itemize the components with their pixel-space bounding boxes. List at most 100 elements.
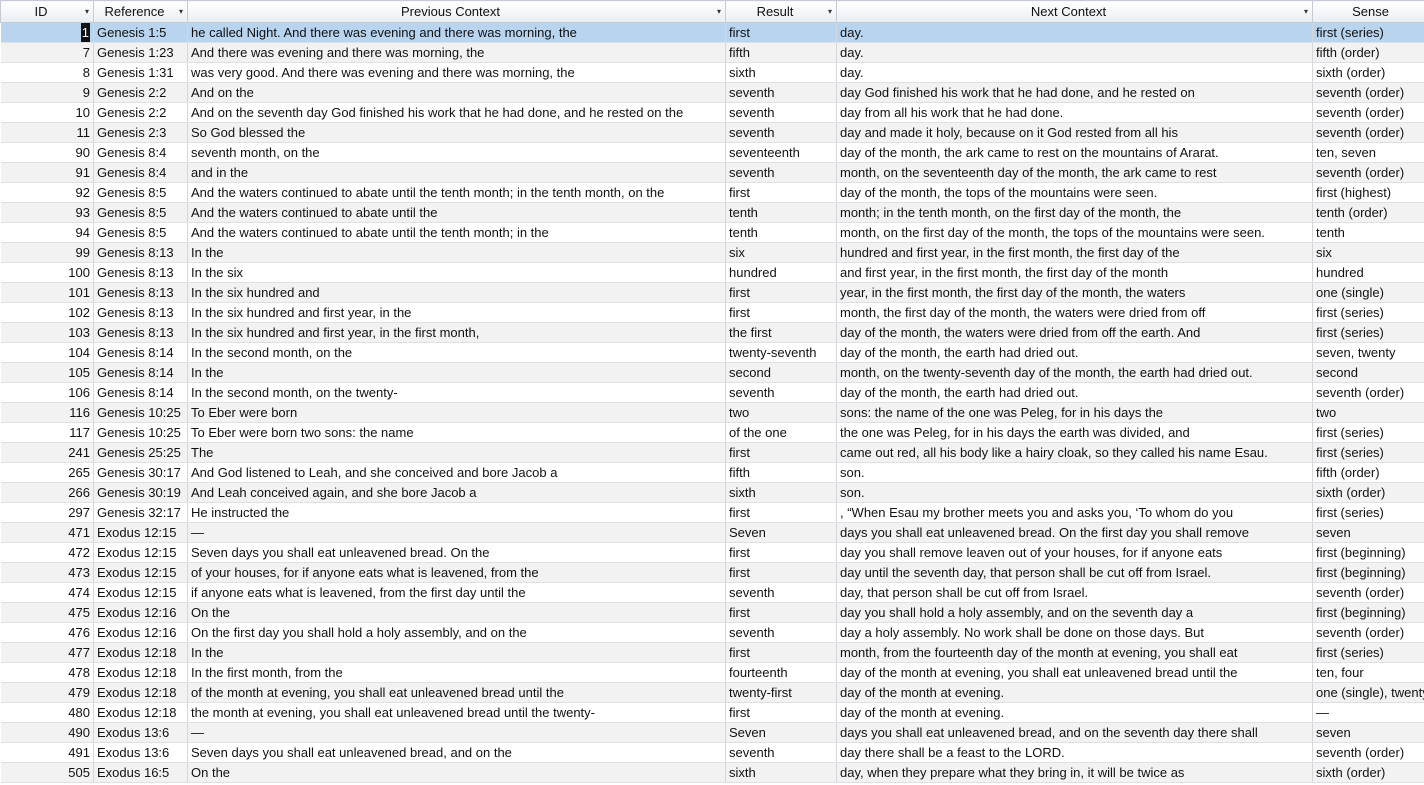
- cell-id[interactable]: 92: [0, 182, 94, 203]
- cell-next-context[interactable]: day.: [836, 22, 1313, 43]
- cell-reference[interactable]: Exodus 16:5: [93, 762, 188, 783]
- cell-previous-context[interactable]: And God listened to Leah, and she concei…: [187, 462, 726, 483]
- cell-previous-context[interactable]: On the first day you shall hold a holy a…: [187, 622, 726, 643]
- cell-result[interactable]: seventh: [725, 82, 837, 103]
- cell-result[interactable]: first: [725, 22, 837, 43]
- cell-id[interactable]: 11: [0, 122, 94, 143]
- cell-reference[interactable]: Genesis 8:5: [93, 202, 188, 223]
- cell-previous-context[interactable]: And the waters continued to abate until …: [187, 202, 726, 223]
- cell-reference[interactable]: Exodus 12:16: [93, 622, 188, 643]
- table-row[interactable]: 480 Exodus 12:18 the month at evening, you…: [0, 702, 1424, 723]
- cell-sense[interactable]: hundred: [1312, 262, 1424, 283]
- column-header-id[interactable]: ID ▾: [0, 0, 94, 23]
- cell-result[interactable]: twenty-first: [725, 682, 837, 703]
- table-row[interactable]: 474 Exodus 12:15 if anyone eats what is le…: [0, 582, 1424, 603]
- cell-result[interactable]: first: [725, 302, 837, 323]
- cell-previous-context[interactable]: In the: [187, 242, 726, 263]
- cell-previous-context[interactable]: of your houses, for if anyone eats what …: [187, 562, 726, 583]
- cell-id[interactable]: 9: [0, 82, 94, 103]
- cell-previous-context[interactable]: And on the seventh day God finished his …: [187, 102, 726, 123]
- cell-sense[interactable]: first (beginning): [1312, 562, 1424, 583]
- table-row[interactable]: 490 Exodus 13:6— Seven days you shall eat u…: [0, 722, 1424, 743]
- table-row[interactable]: 93 Genesis 8:5 And the waters continued to…: [0, 202, 1424, 223]
- cell-previous-context[interactable]: In the: [187, 362, 726, 383]
- table-row[interactable]: 491 Exodus 13:6 Seven days you shall eat u…: [0, 742, 1424, 763]
- table-row[interactable]: 9 Genesis 2:2 And on the seventh day God fin…: [0, 82, 1424, 103]
- cell-reference[interactable]: Genesis 30:17: [93, 462, 188, 483]
- cell-id[interactable]: 476: [0, 622, 94, 643]
- table-row[interactable]: 476 Exodus 12:16 On the first day you shal…: [0, 622, 1424, 643]
- cell-next-context[interactable]: month, on the first day of the month, th…: [836, 222, 1313, 243]
- table-row[interactable]: 102 Genesis 8:13 In the six hundred and fi…: [0, 302, 1424, 323]
- cell-reference[interactable]: Exodus 12:15: [93, 542, 188, 563]
- cell-id[interactable]: 475: [0, 602, 94, 623]
- cell-next-context[interactable]: , “When Esau my brother meets you and as…: [836, 502, 1313, 523]
- cell-id[interactable]: 477: [0, 642, 94, 663]
- table-row[interactable]: 101 Genesis 8:13 In the six hundred and fir…: [0, 282, 1424, 303]
- table-row[interactable]: 90 Genesis 8:4 seventh month, on the sevent…: [0, 142, 1424, 163]
- cell-sense[interactable]: sixth (order): [1312, 482, 1424, 503]
- cell-next-context[interactable]: day of the month, the earth had dried ou…: [836, 382, 1313, 403]
- column-header-previous-context[interactable]: Previous Context ▾: [187, 0, 726, 23]
- cell-result[interactable]: six: [725, 242, 837, 263]
- cell-next-context[interactable]: day, that person shall be cut off from I…: [836, 582, 1313, 603]
- cell-id[interactable]: 297: [0, 502, 94, 523]
- cell-previous-context[interactable]: of the month at evening, you shall eat u…: [187, 682, 726, 703]
- cell-id[interactable]: 93: [0, 202, 94, 223]
- cell-previous-context[interactable]: and in the: [187, 162, 726, 183]
- table-row[interactable]: 11 Genesis 2:3 So God blessed the seventh da…: [0, 122, 1424, 143]
- cell-result[interactable]: twenty-seventh: [725, 342, 837, 363]
- cell-sense[interactable]: first (series): [1312, 322, 1424, 343]
- cell-id[interactable]: 101: [0, 282, 94, 303]
- cell-next-context[interactable]: son.: [836, 482, 1313, 503]
- cell-next-context[interactable]: day there shall be a feast to the LORD.: [836, 742, 1313, 763]
- cell-id[interactable]: 505: [0, 762, 94, 783]
- cell-next-context[interactable]: month, from the fourteenth day of the mo…: [836, 642, 1313, 663]
- cell-previous-context[interactable]: And there was evening and there was morn…: [187, 42, 726, 63]
- cell-reference[interactable]: Genesis 1:5: [93, 22, 188, 43]
- table-row[interactable]: 473 Exodus 12:15 of your houses, for if an…: [0, 562, 1424, 583]
- cell-sense[interactable]: first (series): [1312, 502, 1424, 523]
- cell-id[interactable]: 94: [0, 222, 94, 243]
- cell-next-context[interactable]: sons: the name of the one was Peleg, for…: [836, 402, 1313, 423]
- table-row[interactable]: 10 Genesis 2:2 And on the seventh day God …: [0, 102, 1424, 123]
- cell-next-context[interactable]: day.: [836, 42, 1313, 63]
- cell-reference[interactable]: Genesis 8:14: [93, 342, 188, 363]
- cell-previous-context[interactable]: In the first month, from the: [187, 662, 726, 683]
- cell-next-context[interactable]: day you shall hold a holy assembly, and …: [836, 602, 1313, 623]
- cell-reference[interactable]: Exodus 12:18: [93, 662, 188, 683]
- cell-result[interactable]: first: [725, 702, 837, 723]
- cell-result[interactable]: tenth: [725, 202, 837, 223]
- cell-sense[interactable]: seventh (order): [1312, 382, 1424, 403]
- table-row[interactable]: 103 Genesis 8:13 In the six hundred and fi…: [0, 322, 1424, 343]
- cell-previous-context[interactable]: if anyone eats what is leavened, from th…: [187, 582, 726, 603]
- cell-id[interactable]: 100: [0, 262, 94, 283]
- cell-previous-context[interactable]: To Eber were born two sons: the name: [187, 422, 726, 443]
- cell-previous-context[interactable]: And on the: [187, 82, 726, 103]
- filter-dropdown-icon[interactable]: ▾: [717, 2, 721, 22]
- cell-next-context[interactable]: hundred and first year, in the first mon…: [836, 242, 1313, 263]
- cell-id[interactable]: 490: [0, 722, 94, 743]
- cell-next-context[interactable]: the one was Peleg, for in his days the e…: [836, 422, 1313, 443]
- cell-id[interactable]: 117: [0, 422, 94, 443]
- cell-reference[interactable]: Genesis 32:17: [93, 502, 188, 523]
- cell-result[interactable]: sixth: [725, 762, 837, 783]
- cell-next-context[interactable]: and first year, in the first month, the …: [836, 262, 1313, 283]
- cell-result[interactable]: first: [725, 502, 837, 523]
- cell-reference[interactable]: Genesis 8:13: [93, 282, 188, 303]
- cell-result[interactable]: seventh: [725, 622, 837, 643]
- cell-next-context[interactable]: month, on the twenty-seventh day of the …: [836, 362, 1313, 383]
- cell-id[interactable]: 241: [0, 442, 94, 463]
- table-row[interactable]: 116 Genesis 10:25 To Eber were born two sons…: [0, 402, 1424, 423]
- column-header-sense[interactable]: Sense▾: [1312, 0, 1424, 23]
- cell-id[interactable]: 474: [0, 582, 94, 603]
- cell-sense[interactable]: seventh (order): [1312, 622, 1424, 643]
- cell-reference[interactable]: Exodus 12:18: [93, 642, 188, 663]
- cell-previous-context[interactable]: In the: [187, 642, 726, 663]
- filter-dropdown-icon[interactable]: ▾: [828, 2, 832, 22]
- cell-sense[interactable]: one (single), twenty: [1312, 682, 1424, 703]
- cell-result[interactable]: fifth: [725, 462, 837, 483]
- cell-reference[interactable]: Exodus 12:18: [93, 682, 188, 703]
- cell-next-context[interactable]: day, when they prepare what they bring i…: [836, 762, 1313, 783]
- filter-dropdown-icon[interactable]: ▾: [1304, 2, 1308, 22]
